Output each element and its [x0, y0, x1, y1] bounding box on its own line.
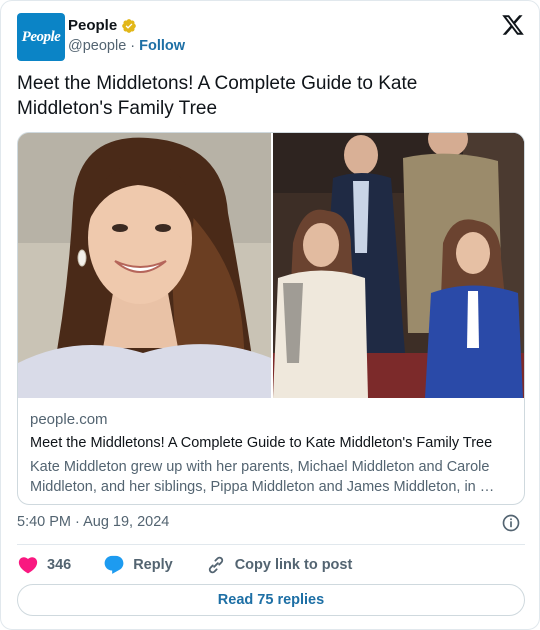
account-handle-row: @people · Follow [68, 38, 185, 54]
tweet-embed-card: People People @people · Follow Meet the … [0, 0, 540, 630]
link-domain: people.com [30, 411, 108, 428]
middleton-family-photo-image[interactable] [273, 133, 524, 398]
link-preview-meta: people.com Meet the Middletons! A Comple… [30, 411, 514, 497]
read-replies-label: Read 75 replies [217, 592, 325, 608]
account-handle[interactable]: @people [68, 38, 126, 54]
x-logo-icon[interactable] [501, 13, 525, 37]
link-preview-images[interactable] [18, 133, 524, 398]
kate-middleton-portrait-image[interactable] [18, 133, 271, 398]
family-photo-illustration [273, 133, 524, 398]
link-preview-card[interactable]: people.com Meet the Middletons! A Comple… [17, 132, 525, 505]
handle-separator: · [130, 38, 136, 54]
read-replies-button[interactable]: Read 75 replies [17, 584, 525, 616]
reply-button[interactable]: Reply [103, 554, 173, 576]
tweet-actions: 346 Reply Copy link to post [17, 553, 384, 577]
copy-link-button[interactable]: Copy link to post [205, 554, 353, 576]
divider [17, 544, 525, 545]
copy-link-label: Copy link to post [234, 557, 353, 573]
like-count: 346 [47, 557, 72, 573]
verified-badge-icon [122, 18, 137, 33]
link-description: Kate Middleton grew up with her parents,… [30, 459, 495, 495]
tweet-header: People People @people · Follow [17, 13, 525, 61]
tweet-timestamp[interactable]: 5:40 PM · Aug 19, 2024 [17, 514, 169, 530]
info-icon[interactable] [501, 513, 521, 533]
account-name[interactable]: People [68, 17, 117, 34]
avatar-logo-text: People [21, 28, 61, 45]
reply-bubble-icon [104, 555, 124, 574]
link-icon [208, 556, 223, 574]
reply-label: Reply [133, 557, 173, 573]
account-avatar[interactable]: People [17, 13, 65, 61]
tweet-text: Meet the Middletons! A Complete Guide to… [17, 73, 418, 119]
portrait-illustration [18, 133, 271, 398]
link-title[interactable]: Meet the Middletons! A Complete Guide to… [30, 435, 514, 451]
heart-icon [18, 557, 38, 574]
like-button[interactable]: 346 [17, 554, 71, 576]
follow-button[interactable]: Follow [139, 38, 185, 54]
account-name-row: People [68, 17, 137, 34]
